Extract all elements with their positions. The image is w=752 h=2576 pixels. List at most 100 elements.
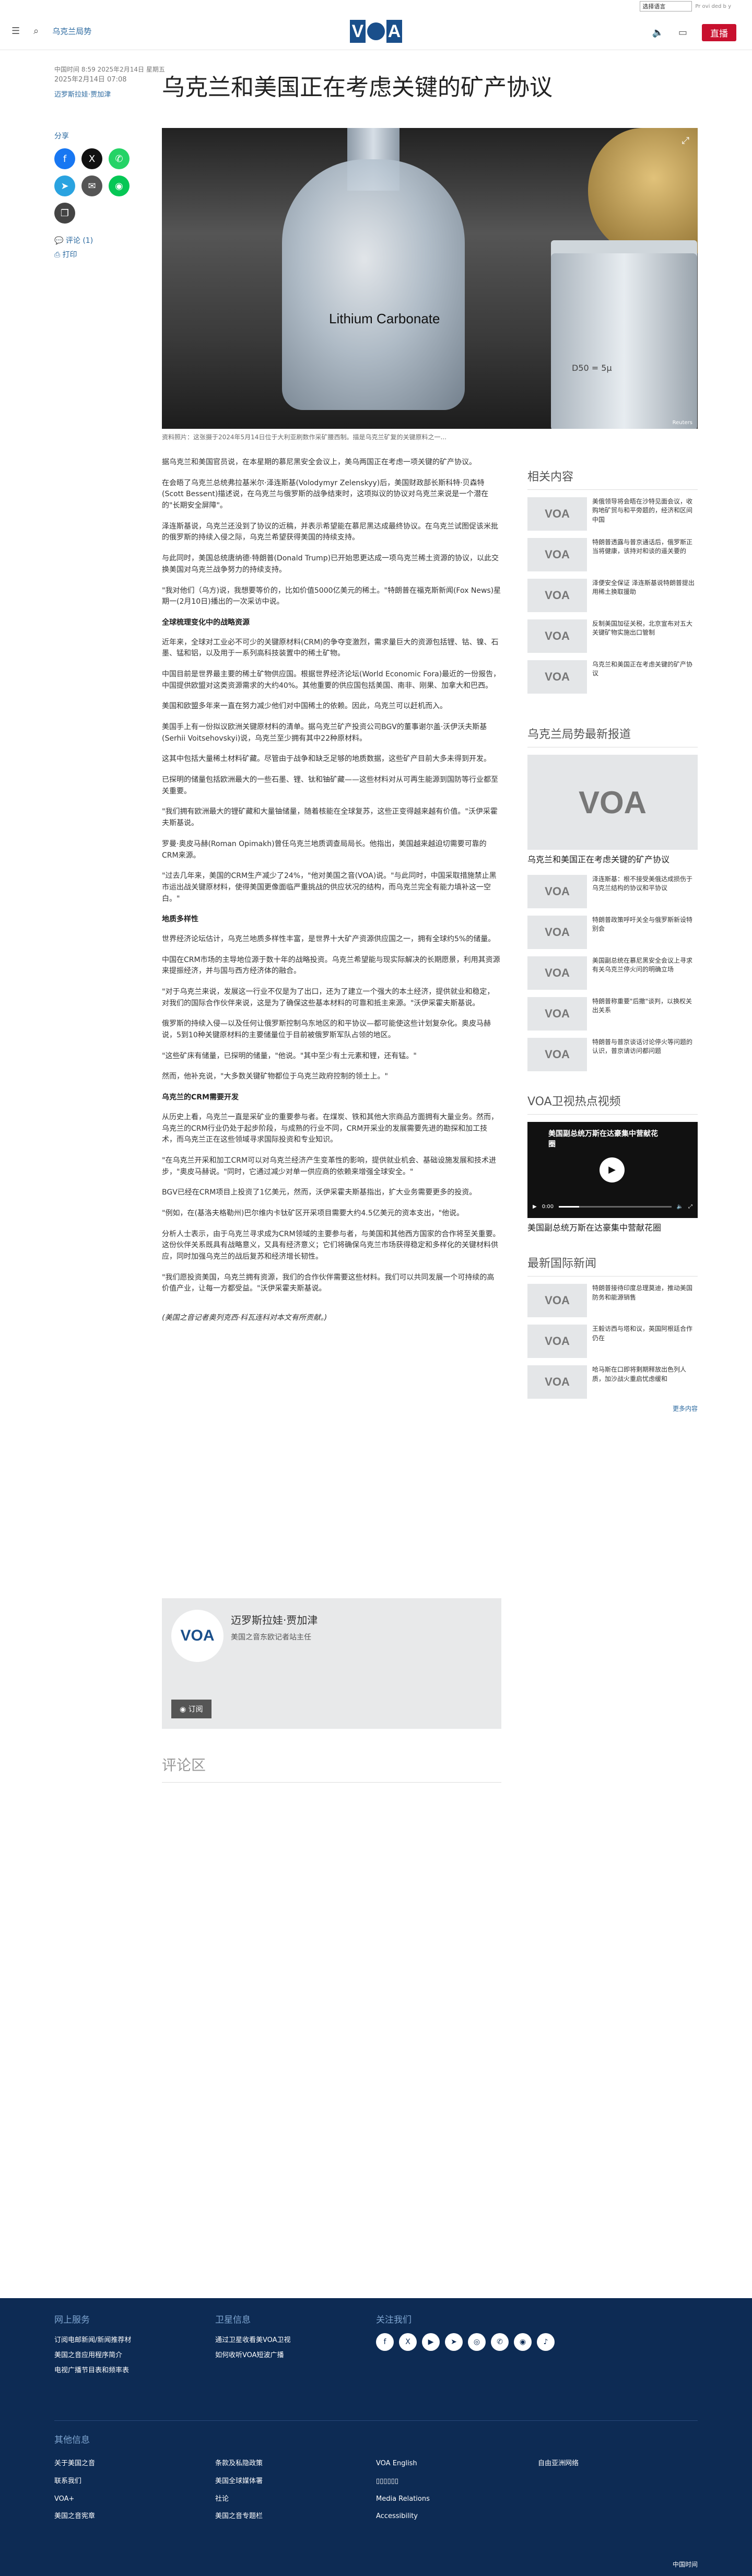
list-item[interactable]: VOA 特朗普与普京谈话讨论停火等问题的认识，普京请访问都问题 [527,1037,698,1071]
voa-thumb-icon: VOA [527,956,587,990]
fullscreen-icon[interactable]: ⤢ [688,1204,692,1210]
voa-thumb-icon: VOA [527,579,587,612]
footer-link[interactable]: ▯▯▯▯▯▯ [376,2473,430,2490]
list-item[interactable]: VOA 特朗普透露与普京通话后，俄罗斯正当将健康，该持对和谈的遥关要的 [527,538,698,571]
footer-link[interactable]: 社论 [215,2490,263,2508]
footer-col-satellite: 卫星信息 通过卫星收看美VOA卫视 如何收听VOA短波广播 [215,2311,291,2363]
list-item-title: 反制美国加征关税，北京宣布对五大关键矿物实施出口管制 [592,620,693,637]
footer-link[interactable]: VOA+ [54,2490,95,2508]
video-caption[interactable]: 美国副总统万斯在达豪集中营献花圈 [527,1222,698,1234]
article-meta: 中国时间 8:59 2025年2月14日 星期五 [54,65,165,74]
footer-timezone: 中国时间 [672,2561,698,2568]
expand-icon[interactable]: ⤢ [682,135,689,146]
latest-big-title[interactable]: 乌克兰和美国正在考虑关键的矿产协议 [527,854,698,865]
video-icon[interactable]: ▭ [678,27,687,38]
audio-icon[interactable]: 🔈 [652,27,664,38]
list-item[interactable]: VOA 特朗普称重要"后撤"谈判，以换权关出关系 [527,997,698,1031]
footer-divider [54,2420,698,2421]
list-item-title: 特朗普政策呼吁关全与俄罗斯新设特别会 [592,916,693,932]
list-item[interactable]: VOA 特朗普政策呼吁关全与俄罗斯新设特别会 [527,915,698,949]
footer-link[interactable]: 美国之音宪章 [54,2508,95,2525]
footer-link[interactable]: 美国之音专题栏 [215,2508,263,2525]
paragraph: 美国和欧盟多年来一直在努力减少他们对中国稀土的依赖。因此，乌克兰可以赶机而入。 [162,702,447,711]
hero-image[interactable]: Lithium Carbonate D50 = 5μ ⤢ Reuters [162,128,698,429]
video-progress[interactable] [559,1206,672,1208]
publish-date: 2025年2月14日 07:08 [54,76,127,84]
footer-link[interactable]: 如何收听VOA短波广播 [215,2348,291,2363]
rss-icon[interactable]: ◉ [514,2333,532,2351]
paragraph: "在乌克兰开采和加工CRM可以对乌克兰经济产生变革性的影响，提供就业机会、基础设… [162,1156,497,1176]
telegram-icon[interactable]: ➤ [54,175,75,196]
list-item-title: 特朗普透露与普京通话后，俄罗斯正当将健康，该持对和谈的遥关要的 [592,538,693,555]
paragraph: 近年来，全球对工业必不可少的关键原材料(CRM)的争夺变激烈，需求量巨大的资源包… [162,638,499,658]
search-icon[interactable]: ⌕ [33,26,39,37]
list-item[interactable]: VOA 王毅访西与塔和议，英国阿根廷合作仍在 [527,1325,698,1359]
list-item[interactable]: VOA 美俄领导将会晤在沙特见面会议，收购地矿贸与和平旁题的，经济和区间中国 [527,497,698,531]
author-link[interactable]: 迈罗斯拉娃·贾加津 [54,89,111,99]
facebook-icon[interactable]: f [376,2333,394,2351]
footer-link[interactable]: Accessibility [376,2508,430,2525]
volume-icon[interactable]: 🔈 [677,1204,683,1210]
video-player[interactable]: 美国副总统万斯在达豪集中营献花圈 ▶ ▶ 0:00 🔈 ⤢ [527,1121,698,1218]
menu-icon[interactable]: ☰ [11,26,20,37]
line-icon[interactable]: ◉ [109,175,130,196]
rss-button[interactable]: ◉ 订阅 [171,1700,212,1718]
footer-link[interactable]: Media Relations [376,2490,430,2508]
sidebar: 相关内容 VOA 美俄领导将会晤在沙特见面会议，收购地矿贸与和平旁题的，经济和区间… [527,467,698,1413]
latest-title[interactable]: 乌克兰局势最新报道 [527,725,698,747]
more-link[interactable]: 更多内容 [527,1404,698,1413]
footer-link[interactable]: 订阅电邮新闻/新闻推荐材 [54,2333,131,2348]
comment-icon: 💬 [54,237,64,245]
whatsapp-icon[interactable]: ✆ [491,2333,509,2351]
list-item[interactable]: VOA 泽连斯基：根不接受美俄达成损伤于乌克兰结构的协议和平协议 [527,874,698,908]
x-icon[interactable]: X [399,2333,417,2351]
author-name[interactable]: 迈罗斯拉娃·贾加津 [231,1612,318,1627]
video-time: 0:00 [542,1204,554,1210]
list-item[interactable]: VOA 反制美国加征关税，北京宣布对五大关键矿物实施出口管制 [527,619,698,653]
list-item[interactable]: VOA 哈马斯在口即将剩期释放出色列人质，加沙战火重启忧虑缓和 [527,1365,698,1399]
youtube-icon[interactable]: ▶ [422,2333,440,2351]
list-item[interactable]: VOA 泽便安全保证 泽连斯基说特朗普提出用稀土换取援助 [527,579,698,612]
x-icon[interactable]: X [81,148,102,169]
voa-logo[interactable]: VA [350,20,402,43]
podcast-icon[interactable]: ♪ [537,2333,555,2351]
footer-link[interactable]: 联系我们 [54,2473,95,2490]
footer-link[interactable]: 自由亚洲网络 [538,2455,579,2473]
instagram-icon[interactable]: ◎ [468,2333,486,2351]
list-item-title: 乌克兰和美国正在考虑关键的矿产协议 [592,661,693,677]
live-button[interactable]: 直播 [702,24,736,41]
paragraph: 在会晤了乌克兰总统弗拉基米尔·泽连斯基(Volodymyr Zelenskyy)… [162,478,489,510]
language-bar: 选择语言 Pr ovi ded b y [0,0,752,13]
facebook-icon[interactable]: f [54,148,75,169]
play-icon[interactable]: ▶ [600,1157,625,1182]
footer-link[interactable]: 通过卫星收看美VOA卫视 [215,2333,291,2348]
paragraph: 中国在CRM市场的主导地位源于数十年的战略投资。乌克兰希望能与现实际解决的长期愿… [162,955,500,976]
language-select[interactable]: 选择语言 [640,1,692,11]
footer-link[interactable]: VOA English [376,2455,430,2473]
voa-big-thumb-icon[interactable]: VOA [527,755,698,850]
list-item-title: 王毅访西与塔和议，英国阿根廷合作仍在 [592,1325,693,1342]
print-link[interactable]: ⎙ 打印 [54,248,133,262]
footer-link[interactable]: 条款及私隐政策 [215,2455,263,2473]
jar-label: D50 = 5μ [572,363,612,373]
section-heading: 地质多样性 [162,915,198,924]
footer-link[interactable]: 电视广播节目表和频率表 [54,2363,131,2379]
footer-col-follow: 关注我们 f X ▶ ➤ ◎ ✆ ◉ ♪ [376,2311,555,2351]
section-link[interactable]: 乌克兰局势 [52,26,91,37]
list-item-title: 泽连斯基：根不接受美俄达成损伤于乌克兰结构的协议和平协议 [592,875,693,892]
video-play-small-icon[interactable]: ▶ [533,1204,537,1210]
list-item[interactable]: VOA 美国副总统在慕尼黑安全会议上寻求有关乌克兰停火问的明确立场 [527,956,698,990]
email-icon[interactable]: ✉ [81,175,102,196]
whatsapp-icon[interactable]: ✆ [109,148,130,169]
author-role: 美国之音东欧记者站主任 [231,1633,311,1642]
footer-link[interactable]: 美国之音应用程序简介 [54,2348,131,2363]
comment-link[interactable]: 💬 评论 (1) [54,234,133,248]
copy-link-icon[interactable]: ❐ [54,203,75,224]
list-item[interactable]: VOA 特朗普接待印度总理莫迪，推动美国防务和能源销售 [527,1284,698,1318]
footer-heading: 网上服务 [54,2315,90,2325]
telegram-icon[interactable]: ➤ [445,2333,463,2351]
list-item[interactable]: VOA 乌克兰和美国正在考虑关键的矿产协议 [527,660,698,694]
footer-link[interactable]: 关于美国之音 [54,2455,95,2473]
footer-link[interactable]: 美国全球媒体署 [215,2473,263,2490]
image-label: Lithium Carbonate [329,311,440,326]
